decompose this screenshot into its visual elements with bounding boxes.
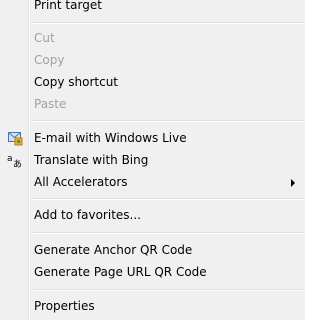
menu-separator [32,198,305,200]
menu-item-label: Cut [34,31,55,45]
menu-separator [32,232,305,234]
menu-item-email-windows-live[interactable]: E-mail with Windows Live [2,127,301,149]
menu-item-print-target[interactable]: Print target [2,0,301,16]
context-menu: Print target Cut Copy Copy shortcut Past… [0,0,305,320]
menu-item-add-to-favorites[interactable]: Add to favorites... [2,204,301,226]
menu-separator [32,289,305,291]
menu-item-copy: Copy [2,49,301,71]
menu-item-label: E-mail with Windows Live [34,131,187,145]
menu-item-label: Copy shortcut [34,75,118,89]
windows-live-mail-icon [7,130,23,146]
menu-item-properties[interactable]: Properties [2,295,301,317]
menu-item-label: Translate with Bing [34,153,149,167]
menu-item-page-url-qr-code[interactable]: Generate Page URL QR Code [2,261,301,283]
menu-item-label: Print target [34,0,102,12]
menu-item-label: All Accelerators [34,175,128,189]
menu-item-paste: Paste [2,93,301,115]
svg-text:あ: あ [13,159,22,168]
menu-item-all-accelerators[interactable]: All Accelerators [2,171,301,193]
menu-item-copy-shortcut[interactable]: Copy shortcut [2,71,301,93]
menu-item-cut: Cut [2,27,301,49]
svg-text:a: a [7,154,13,164]
menu-item-label: Generate Page URL QR Code [34,265,207,279]
menu-separator [32,120,305,122]
menu-item-label: Paste [34,97,67,111]
menu-item-label: Add to favorites... [34,208,141,222]
menu-item-translate-bing[interactable]: a あ Translate with Bing [2,149,301,171]
menu-item-label: Properties [34,299,95,313]
menu-item-anchor-qr-code[interactable]: Generate Anchor QR Code [2,239,301,261]
menu-item-label: Generate Anchor QR Code [34,243,193,257]
submenu-arrow-icon [291,179,295,187]
menu-item-label: Copy [34,53,65,67]
menu-separator [32,22,305,24]
translate-icon: a あ [7,152,23,170]
